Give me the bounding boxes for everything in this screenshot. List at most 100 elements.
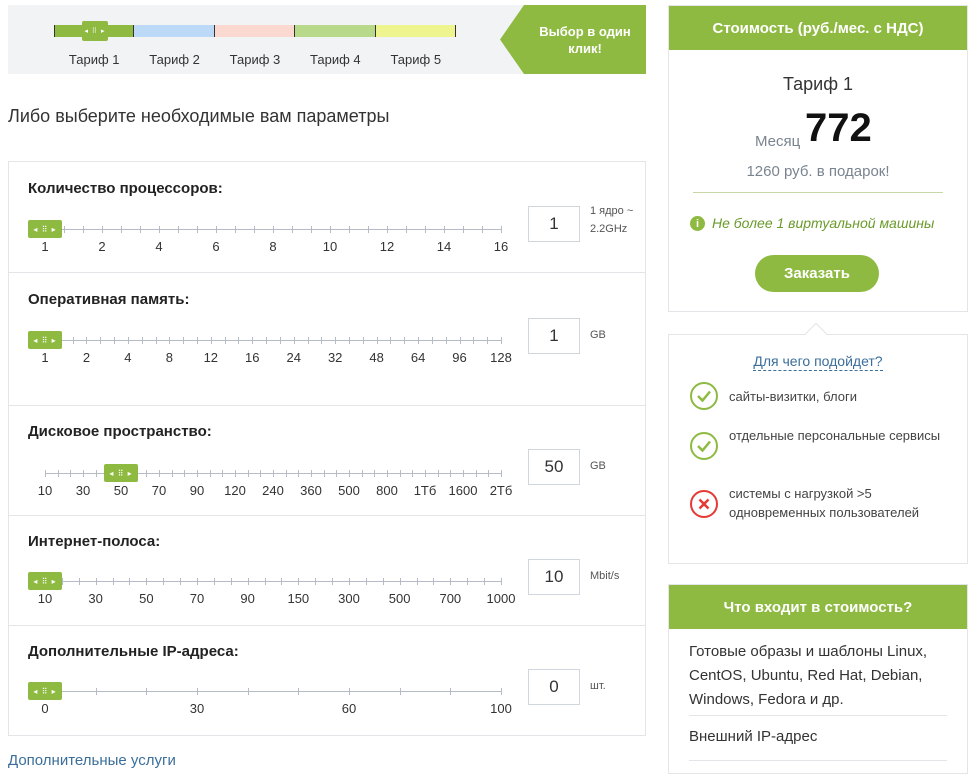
slider-tick-label[interactable]: 0: [41, 701, 48, 716]
slider-tick-label[interactable]: 700: [439, 591, 461, 606]
slider-tick-label[interactable]: 2Тб: [490, 483, 513, 498]
more-services-link[interactable]: Дополнительные услуги: [8, 752, 176, 769]
slider-tick: [146, 470, 148, 477]
slider-tick-label[interactable]: 30: [76, 483, 90, 498]
tariff-segment-3[interactable]: [214, 25, 296, 37]
tariff-bar[interactable]: ◂ ⠿ ▸: [54, 21, 456, 41]
ram-value-input[interactable]: 1: [528, 318, 580, 354]
slider-tick-label[interactable]: 128: [490, 350, 512, 365]
slider-tick-label[interactable]: 1Тб: [414, 483, 437, 498]
slider-tick-label[interactable]: 12: [380, 239, 394, 254]
slider-tick: [155, 337, 157, 344]
slider-tick: [86, 337, 88, 344]
tariff-segment-1[interactable]: ◂ ⠿ ▸: [54, 21, 135, 41]
order-button[interactable]: Заказать: [755, 255, 879, 292]
slider-handle[interactable]: ◂ ⠿ ▸: [28, 220, 62, 238]
slider-tick-label[interactable]: 1600: [449, 483, 478, 498]
slider-tick: [307, 337, 309, 344]
cpu-value-input[interactable]: 1: [528, 206, 580, 242]
slider-tick-label[interactable]: 50: [139, 591, 153, 606]
slider-tick: [197, 337, 198, 344]
slider-tick-label[interactable]: 48: [369, 350, 383, 365]
slider-tick: [416, 578, 418, 585]
slider-tick: [501, 578, 502, 585]
slider-tick-label[interactable]: 16: [494, 239, 508, 254]
slider-tick-label[interactable]: 30: [88, 591, 102, 606]
slider-tick-label[interactable]: 120: [224, 483, 246, 498]
slider-tick-label[interactable]: 300: [338, 591, 360, 606]
tariff-label-1[interactable]: Тариф 1: [54, 52, 134, 67]
slider-tick-label[interactable]: 8: [269, 239, 276, 254]
slider-tick-label[interactable]: 1: [41, 239, 48, 254]
suitability-title[interactable]: Для чего подойдет?: [753, 353, 883, 371]
slider-handle[interactable]: ◂ ⠿ ▸: [28, 572, 62, 590]
tariff-segment-2[interactable]: [134, 25, 215, 37]
slider-tick-label[interactable]: 96: [452, 350, 466, 365]
param-title: Интернет-полоса:: [28, 533, 161, 550]
slider-tick-label[interactable]: 12: [204, 350, 218, 365]
slider-tick: [230, 578, 232, 585]
vm-limit-note: Не более 1 виртуальной машины: [712, 215, 935, 231]
slider-tick-label[interactable]: 70: [190, 591, 204, 606]
slider-handle[interactable]: ◂ ⠿ ▸: [28, 331, 62, 349]
slider-tick-label[interactable]: 10: [323, 239, 337, 254]
slider-tick-label[interactable]: 2: [83, 350, 90, 365]
slider-tick-label[interactable]: 14: [437, 239, 451, 254]
slider-tick-label[interactable]: 16: [245, 350, 259, 365]
tariff-handle[interactable]: ◂ ⠿ ▸: [82, 21, 108, 41]
slider-tick: [321, 337, 323, 344]
slider-tick-label[interactable]: 64: [411, 350, 425, 365]
slider-tick: [450, 688, 452, 695]
price-period: Месяц: [755, 133, 801, 150]
slider-handle[interactable]: ◂ ⠿ ▸: [28, 682, 62, 700]
slider-tick: [390, 337, 392, 344]
slider-tick-label[interactable]: 4: [124, 350, 131, 365]
tariff-segment-5[interactable]: [375, 25, 456, 37]
slider-tick-label[interactable]: 800: [376, 483, 398, 498]
slider-tick: [209, 470, 211, 477]
slider-tick-label[interactable]: 90: [240, 591, 254, 606]
slider-tick-label[interactable]: 100: [490, 701, 512, 716]
slider-tick-label[interactable]: 2: [98, 239, 105, 254]
slider-tick-label[interactable]: 360: [300, 483, 322, 498]
slider-tick: [406, 226, 407, 233]
slider-tick-label[interactable]: 32: [328, 350, 342, 365]
bandwidth-value-input[interactable]: 10: [528, 559, 580, 595]
slider-tick: [323, 470, 325, 477]
slider-tick: [473, 337, 475, 344]
slider-tick-label[interactable]: 50: [114, 483, 128, 498]
slider-tick-label[interactable]: 10: [38, 483, 52, 498]
tariff-segment-4[interactable]: [295, 25, 376, 37]
tariff-label-4[interactable]: Тариф 4: [295, 52, 375, 67]
price-gift: 1260 руб. в подарок!: [746, 163, 890, 180]
slider-tick: [418, 337, 420, 344]
slider-tick-label[interactable]: 30: [190, 701, 204, 716]
slider-tick-label[interactable]: 500: [389, 591, 411, 606]
disk-value-input[interactable]: 50: [528, 449, 580, 485]
slider-tick-label[interactable]: 60: [342, 701, 356, 716]
slider-tick-label[interactable]: 4: [155, 239, 162, 254]
one-click-button[interactable]: Выбор в один клик!: [500, 5, 646, 74]
tariff-label-5[interactable]: Тариф 5: [376, 52, 456, 67]
slider-tick-label[interactable]: 70: [152, 483, 166, 498]
slider-tick-label[interactable]: 90: [190, 483, 204, 498]
slider-tick: [100, 337, 102, 344]
slider-tick-label[interactable]: 10: [38, 591, 52, 606]
disk-unit: GB: [590, 460, 606, 472]
slider-tick-label[interactable]: 6: [212, 239, 219, 254]
slider-track[interactable]: [45, 691, 501, 692]
slider-tick: [57, 470, 59, 477]
slider-tick-label[interactable]: 24: [286, 350, 300, 365]
slider-tick-label[interactable]: 150: [287, 591, 309, 606]
slider-tick: [178, 226, 179, 233]
slider-tick-label[interactable]: 240: [262, 483, 284, 498]
tariff-label-3[interactable]: Тариф 3: [215, 52, 295, 67]
slider-tick-label[interactable]: 1: [41, 350, 48, 365]
slider-tick-label[interactable]: 500: [338, 483, 360, 498]
slider-tick-label[interactable]: 8: [166, 350, 173, 365]
tariff-label-2[interactable]: Тариф 2: [134, 52, 214, 67]
slider-tick-label[interactable]: 1000: [487, 591, 516, 606]
slider-tick: [64, 226, 65, 233]
slider-handle[interactable]: ◂ ⠿ ▸: [104, 464, 138, 482]
ip-value-input[interactable]: 0: [528, 669, 580, 705]
